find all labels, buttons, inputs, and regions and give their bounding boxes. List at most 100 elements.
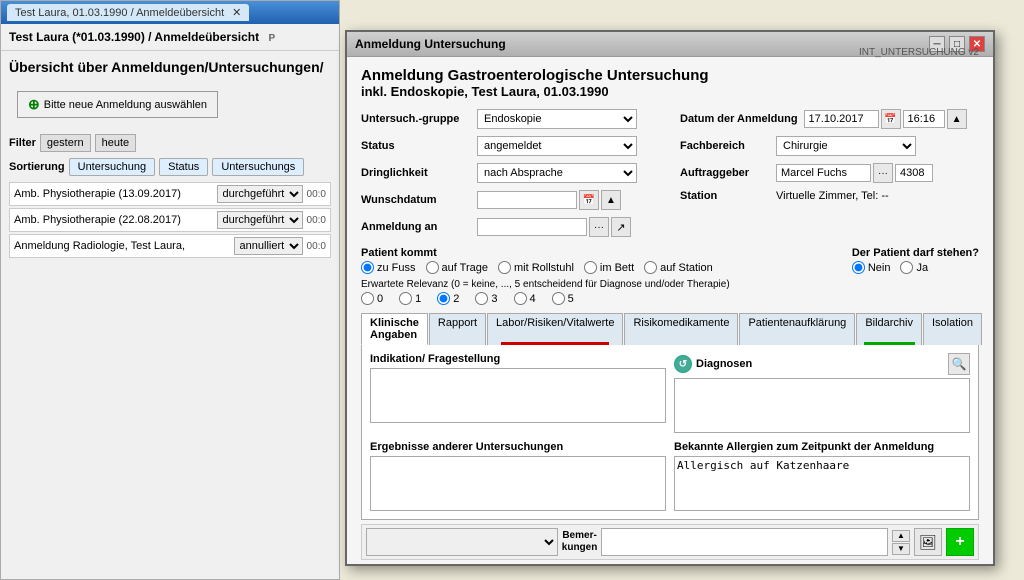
wunschdatum-group: 📅 ▲ <box>477 190 621 210</box>
datum-calendar-icon[interactable]: 📅 <box>881 109 901 129</box>
footer-bemerkungen-textarea[interactable] <box>601 528 888 556</box>
anmeldung-an-input[interactable] <box>477 218 587 236</box>
list-item-name: Anmeldung Radiologie, Test Laura, <box>14 240 230 252</box>
relevanz-options: 0 1 2 3 4 5 <box>361 292 979 305</box>
option-auf-trage[interactable]: auf Trage <box>426 261 488 274</box>
new-anmeldung-button[interactable]: ⊕ Bitte neue Anmeldung auswählen <box>17 91 218 118</box>
option-ja[interactable]: Ja <box>900 261 928 274</box>
bg-title-tab[interactable]: Test Laura, 01.03.1990 / Anmeldeübersich… <box>7 4 249 21</box>
list-item-name: Amb. Physiotherapie (22.08.2017) <box>14 214 213 226</box>
tab-content-grid: Indikation/ Fragestellung ↺ Diagnosen 🔍 … <box>370 353 970 511</box>
darf-stehen-group: Der Patient darf stehen? Nein Ja <box>852 247 979 274</box>
option-auf-station[interactable]: auf Station <box>644 261 713 274</box>
option-nein[interactable]: Nein <box>852 261 891 274</box>
sort-label: Sortierung <box>9 161 65 173</box>
tab-content: Indikation/ Fragestellung ↺ Diagnosen 🔍 … <box>361 345 979 520</box>
auftraggeber-num-input[interactable] <box>895 164 933 182</box>
list-item-status-select[interactable]: annulliert <box>234 237 303 255</box>
bg-title-bar: Test Laura, 01.03.1990 / Anmeldeübersich… <box>1 1 339 24</box>
btn-new-container: ⊕ Bitte neue Anmeldung auswählen <box>1 79 339 130</box>
allergien-textarea[interactable]: Allergisch auf Katzenhaare <box>674 456 970 511</box>
list-item-status-select[interactable]: durchgeführt <box>217 185 303 203</box>
diagnosen-group: ↺ Diagnosen 🔍 <box>674 353 970 433</box>
list-item-status-select[interactable]: durchgeführt <box>217 211 303 229</box>
time-input[interactable] <box>903 110 945 128</box>
untersuchgruppe-select[interactable]: Endoskopie <box>477 109 637 129</box>
tab-bildarchiv[interactable]: Bildarchiv <box>856 313 922 345</box>
anmeldung-an-group: ··· ↗ <box>477 217 631 237</box>
tab-bildarchiv-bar <box>864 342 915 345</box>
sort-untersuchung-button[interactable]: Untersuchung <box>69 158 156 176</box>
indikation-group: Indikation/ Fragestellung <box>370 353 666 433</box>
patient-options: zu Fuss auf Trage mit Rollstuhl im Bett … <box>361 261 713 274</box>
auftraggeber-dots-icon[interactable]: ··· <box>873 163 893 183</box>
tab-rapport[interactable]: Rapport <box>429 313 486 345</box>
diagnosen-textarea[interactable] <box>674 378 970 433</box>
option-im-bett[interactable]: im Bett <box>584 261 634 274</box>
wunschdatum-input[interactable] <box>477 191 577 209</box>
list-item-name: Amb. Physiotherapie (13.09.2017) <box>14 188 213 200</box>
relevanz-3[interactable]: 3 <box>475 292 497 305</box>
indikation-textarea[interactable] <box>370 368 666 423</box>
list-item: Anmeldung Radiologie, Test Laura, annull… <box>9 234 331 258</box>
filter-heute-button[interactable]: heute <box>95 134 137 152</box>
tab-risikomedikamente[interactable]: Risikomedikamente <box>624 313 738 345</box>
untersuchgruppe-label: Untersuch.-gruppe <box>361 113 471 125</box>
modal-header: Anmeldung Gastroenterologische Untersuch… <box>347 57 993 105</box>
relevanz-5[interactable]: 5 <box>552 292 574 305</box>
footer-bemerkungen-label: Bemer- kungen <box>562 530 598 554</box>
tab-isolation[interactable]: Isolation <box>923 313 982 345</box>
footer-image-button[interactable]: 🖼 <box>914 528 942 556</box>
diagnosen-search-button[interactable]: 🔍 <box>948 353 970 375</box>
dringlichkeit-select[interactable]: nach Absprache <box>477 163 637 183</box>
status-select[interactable]: angemeldet <box>477 136 637 156</box>
sort-status-button[interactable]: Status <box>159 158 208 176</box>
arrow-down-button[interactable]: ▼ <box>892 543 910 555</box>
station-row: Station Virtuelle Zimmer, Tel: -- <box>680 190 979 202</box>
list-item: Amb. Physiotherapie (13.09.2017) durchge… <box>9 182 331 206</box>
auftraggeber-group: ··· <box>776 163 933 183</box>
anmeldung-an-nav-icon[interactable]: ↗ <box>611 217 631 237</box>
patient-kommt-group: Patient kommt zu Fuss auf Trage mit Roll… <box>361 247 713 274</box>
bg-subtitle: Test Laura (*01.03.1990) / Anmeldeübersi… <box>1 24 339 51</box>
tab-klinische-angaben[interactable]: Klinische Angaben <box>361 313 428 345</box>
modal-dialog: Anmeldung Untersuchung ─ □ ✕ Anmeldung G… <box>345 30 995 566</box>
diagnosen-label-group: ↺ Diagnosen <box>674 355 752 373</box>
relevanz-desc: Erwartete Relevanz (0 = keine, ..., 5 en… <box>361 279 979 290</box>
relevanz-4[interactable]: 4 <box>514 292 536 305</box>
filter-gestern-button[interactable]: gestern <box>40 134 91 152</box>
auftraggeber-row: Auftraggeber ··· <box>680 163 979 183</box>
time-up-icon[interactable]: ▲ <box>947 109 967 129</box>
diagnosen-header: ↺ Diagnosen 🔍 <box>674 353 970 375</box>
wunschdatum-up-icon[interactable]: ▲ <box>601 190 621 210</box>
dringlichkeit-row: Dringlichkeit nach Absprache <box>361 163 660 183</box>
auftraggeber-input[interactable] <box>776 164 871 182</box>
footer-plus-button[interactable]: + <box>946 528 974 556</box>
anmeldung-an-dots-icon[interactable]: ··· <box>589 217 609 237</box>
relevanz-1[interactable]: 1 <box>399 292 421 305</box>
arrow-up-button[interactable]: ▲ <box>892 530 910 542</box>
relevanz-2[interactable]: 2 <box>437 292 459 305</box>
tab-patientenaufklarung[interactable]: Patientenaufklärung <box>739 313 855 345</box>
status-label: Status <box>361 140 471 152</box>
tab-labor[interactable]: Labor/Risiken/Vitalwerte <box>487 313 623 345</box>
modal-header-subtitle: inkl. Endoskopie, Test Laura, 01.03.1990 <box>361 84 709 99</box>
form-col-left: Untersuch.-gruppe Endoskopie Status ange… <box>361 109 660 240</box>
fachbereich-select[interactable]: Chirurgie <box>776 136 916 156</box>
relevanz-section: Erwartete Relevanz (0 = keine, ..., 5 en… <box>347 277 993 307</box>
sort-row: Sortierung Untersuchung Status Untersuch… <box>1 156 339 178</box>
option-mit-rollstuhl[interactable]: mit Rollstuhl <box>498 261 574 274</box>
sort-untersuchungs-button[interactable]: Untersuchungs <box>212 158 304 176</box>
status-row: Status angemeldet <box>361 136 660 156</box>
modal-header-title: Anmeldung Gastroenterologische Untersuch… <box>361 67 709 84</box>
fachbereich-label: Fachbereich <box>680 140 770 152</box>
close-tab-icon[interactable]: ✕ <box>232 6 241 19</box>
relevanz-0[interactable]: 0 <box>361 292 383 305</box>
ergebnisse-label: Ergebnisse anderer Untersuchungen <box>370 441 666 453</box>
ergebnisse-textarea[interactable] <box>370 456 666 511</box>
list-item-time: 00:0 <box>307 189 326 200</box>
wunschdatum-calendar-icon[interactable]: 📅 <box>579 190 599 210</box>
footer-select[interactable] <box>366 528 558 556</box>
option-zu-fuss[interactable]: zu Fuss <box>361 261 416 274</box>
datum-input[interactable] <box>804 110 879 128</box>
